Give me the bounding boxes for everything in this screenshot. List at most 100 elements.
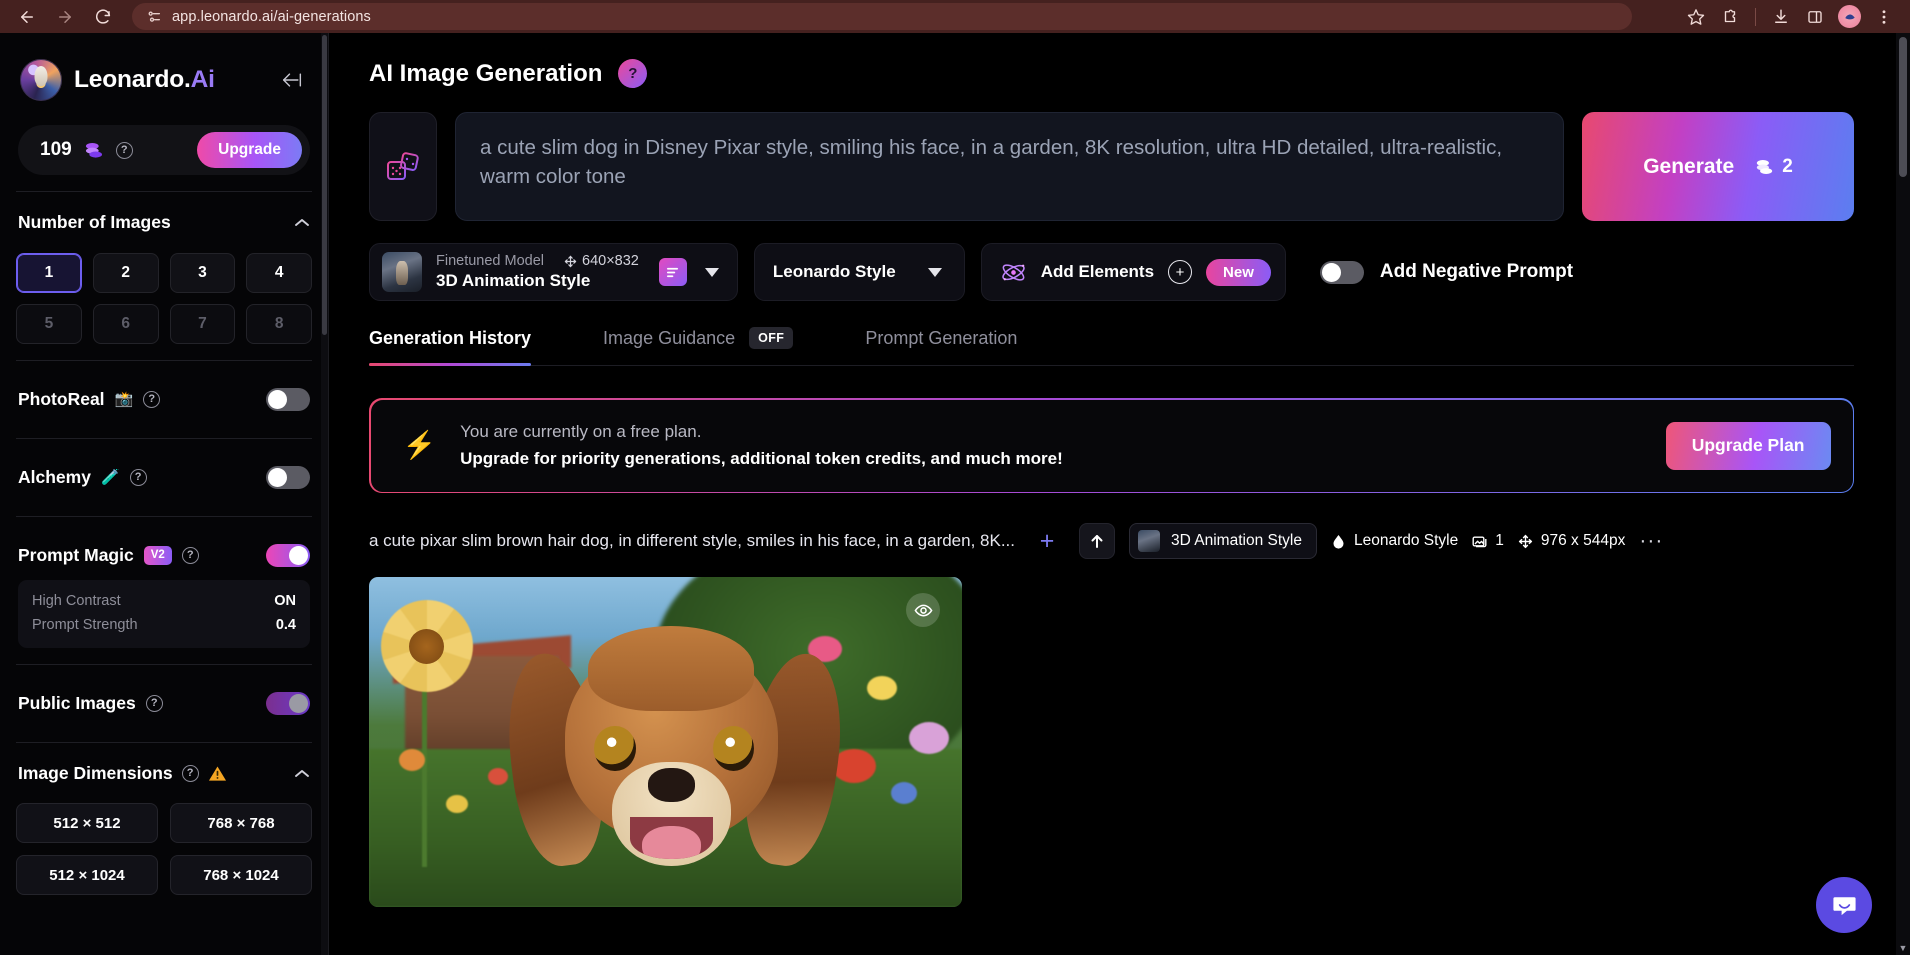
add-to-collection-icon[interactable]: + (1029, 523, 1065, 559)
dimension-512x1024[interactable]: 512 × 1024 (16, 855, 158, 895)
prompt-input-wrapper[interactable] (455, 112, 1564, 221)
free-plan-line-2: Upgrade for priority generations, additi… (460, 449, 1063, 468)
dimension-512x512[interactable]: 512 × 512 (16, 803, 158, 843)
generation-more-options-icon[interactable]: ··· (1639, 529, 1663, 553)
negative-prompt-toggle[interactable] (1319, 260, 1364, 284)
reload-button[interactable] (86, 2, 120, 32)
image-flower (446, 794, 469, 813)
add-elements-plus-icon[interactable]: + (1168, 260, 1193, 284)
prompt-magic-toggle[interactable] (266, 544, 310, 567)
public-images-row: Public Images ? (16, 681, 312, 726)
page-title-help-icon[interactable]: ? (618, 59, 648, 88)
sunflower-core (409, 628, 445, 664)
intercom-chat-button[interactable] (1816, 877, 1872, 933)
add-elements-label: Add Elements (1040, 262, 1155, 281)
num-images-8[interactable]: 8 (246, 304, 312, 344)
image-guidance-off-badge: OFF (749, 327, 794, 349)
prompt-strength-row[interactable]: Prompt Strength 0.4 (32, 613, 296, 637)
image-flower (487, 768, 508, 786)
prompt-magic-version-badge: V2 (143, 546, 172, 565)
collapse-sidebar-icon[interactable] (276, 66, 308, 94)
dog-nose (647, 768, 696, 802)
address-bar[interactable]: app.leonardo.ai/ai-generations (132, 3, 1632, 30)
number-of-images-title: Number of Images (18, 212, 171, 232)
free-plan-banner-text: You are currently on a free plan. Upgrad… (460, 422, 1063, 469)
image-flower (867, 676, 898, 700)
high-contrast-row[interactable]: High Contrast ON (32, 589, 296, 613)
extensions-icon[interactable] (1714, 2, 1746, 32)
browser-menu-icon[interactable] (1868, 2, 1900, 32)
num-images-3[interactable]: 3 (169, 253, 236, 293)
public-images-toggle[interactable] (266, 692, 310, 715)
generate-button[interactable]: Generate 2 (1582, 112, 1854, 221)
toggle-visibility-icon[interactable] (906, 593, 940, 627)
photoreal-toggle[interactable] (266, 388, 310, 411)
tabs-underline (369, 365, 1854, 366)
forward-button[interactable] (48, 2, 82, 32)
add-elements-card[interactable]: Add Elements + New (980, 243, 1286, 301)
page-scrollbar-thumb[interactable] (1899, 37, 1907, 177)
generation-model-label: 3D Animation Style (1171, 532, 1302, 549)
leonardo-style-dropdown[interactable]: Leonardo Style (753, 243, 965, 301)
photoreal-label: PhotoReal (18, 389, 105, 409)
dimension-768x1024[interactable]: 768 × 1024 (170, 855, 312, 895)
public-images-label: Public Images (18, 693, 136, 713)
upgrade-button[interactable]: Upgrade (197, 132, 302, 168)
style-chevron-down-icon[interactable] (924, 267, 946, 277)
chevron-up-icon[interactable] (294, 769, 310, 779)
image-dimensions-help-icon[interactable]: ? (181, 765, 199, 782)
sidebar-scrollbar-thumb[interactable] (322, 35, 327, 335)
alchemy-help-icon[interactable]: ? (129, 469, 147, 486)
section-image-dimensions[interactable]: Image Dimensions ? (16, 759, 312, 788)
model-name: 3D Animation Style (436, 271, 591, 290)
profile-avatar[interactable] (1838, 5, 1861, 28)
generation-row-header: a cute pixar slim brown hair dog, in dif… (369, 523, 1854, 559)
tab-prompt-generation[interactable]: Prompt Generation (865, 328, 1017, 365)
tab-image-guidance[interactable]: Image Guidance OFF (603, 327, 794, 365)
alchemy-toggle[interactable] (266, 466, 310, 489)
generation-dimensions-value: 976 x 544px (1540, 532, 1626, 549)
public-images-help-icon[interactable]: ? (145, 695, 163, 712)
main-content: AI Image Generation ? a cute slim dog in… (329, 33, 1910, 955)
brand[interactable]: Leonardo.Ai (16, 33, 312, 101)
page-scrollbar[interactable]: ▲ ▼ (1896, 33, 1910, 955)
model-edit-icon[interactable] (658, 258, 687, 286)
bookmark-star-icon[interactable] (1680, 2, 1712, 32)
num-images-5[interactable]: 5 (16, 304, 82, 344)
num-images-2[interactable]: 2 (92, 253, 159, 293)
image-flower (398, 748, 425, 771)
dimension-768x768[interactable]: 768 × 768 (170, 803, 312, 843)
chevron-up-icon[interactable] (294, 218, 310, 228)
generation-style-meta: Leonardo Style (1331, 532, 1458, 550)
scrollbar-down-arrow-icon[interactable]: ▼ (1896, 941, 1910, 955)
num-images-7[interactable]: 7 (169, 304, 236, 344)
prompt-magic-help-icon[interactable]: ? (181, 547, 199, 564)
randomize-prompt-button[interactable] (369, 112, 437, 221)
upscale-button[interactable] (1079, 523, 1115, 559)
prompt-magic-settings: High Contrast ON Prompt Strength 0.4 (18, 580, 310, 648)
downloads-icon[interactable] (1765, 2, 1797, 32)
generation-model-chip[interactable]: 3D Animation Style (1129, 523, 1317, 559)
back-button[interactable] (10, 2, 44, 32)
generated-image-card[interactable] (369, 577, 962, 907)
num-images-4[interactable]: 4 (246, 253, 312, 293)
browser-actions (1680, 2, 1900, 32)
brand-name-text: Leonardo. (74, 66, 191, 93)
finetuned-model-card[interactable]: Finetuned Model 640×832 3D Animation Sty… (369, 243, 738, 301)
toggle-knob (268, 468, 287, 487)
prompt-input[interactable] (480, 133, 1539, 195)
credits-help-icon[interactable]: ? (115, 141, 133, 159)
side-panel-icon[interactable] (1799, 2, 1831, 32)
num-images-1[interactable]: 1 (16, 253, 82, 293)
num-images-6[interactable]: 6 (92, 304, 159, 344)
site-settings-icon[interactable] (146, 9, 162, 25)
upgrade-plan-button[interactable]: Upgrade Plan (1665, 421, 1831, 470)
generation-count-meta: 1 (1472, 532, 1504, 550)
section-number-of-images[interactable]: Number of Images (16, 208, 312, 237)
toggle-knob (289, 546, 308, 565)
photoreal-help-icon[interactable]: ? (143, 391, 161, 408)
sidebar-scrollbar[interactable] (321, 33, 328, 955)
tab-generation-history[interactable]: Generation History (369, 328, 532, 366)
dog-fringe (588, 625, 755, 711)
model-chevron-down-icon[interactable] (701, 267, 723, 277)
